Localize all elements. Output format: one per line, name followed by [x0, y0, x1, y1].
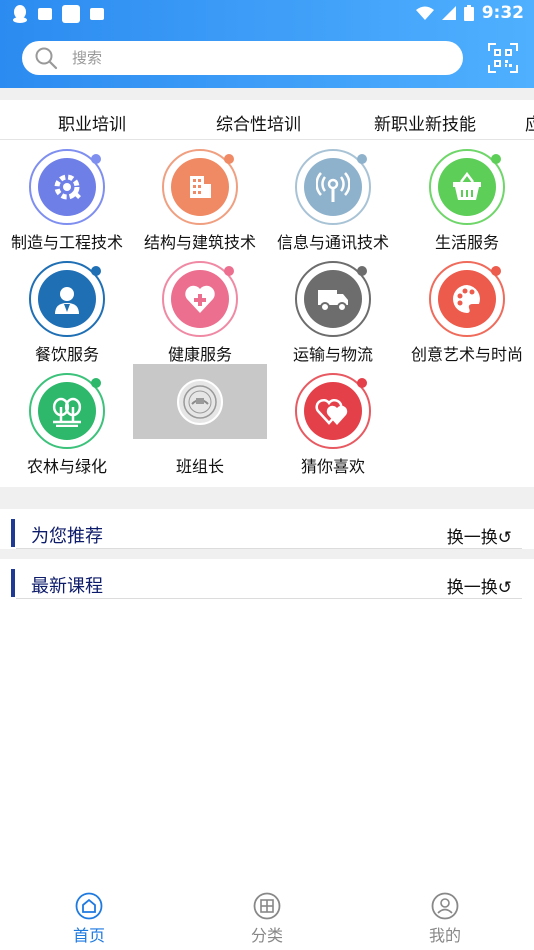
home-icon [75, 892, 103, 920]
emblem-icon [133, 364, 267, 439]
gear-wrench-icon [38, 158, 96, 216]
category-tabs: 职业培训 综合性培训 新职业新技能 应 [0, 100, 534, 140]
category-transport[interactable]: 运输与物流 [266, 252, 400, 364]
building-icon [171, 158, 229, 216]
tab-new-skills[interactable]: 新职业新技能 [374, 110, 476, 135]
section-accent-bar [11, 569, 15, 597]
profile-icon [431, 892, 459, 920]
bottom-nav: 首页 分类 我的 [0, 880, 534, 950]
status-right: 9:32 [415, 3, 524, 23]
category-grid: 制造与工程技术 结构与建筑技术 信息与通讯技术 生活服务 餐饮服务 健康服务 运… [0, 140, 534, 487]
antenna-icon [304, 158, 362, 216]
qr-scan-icon[interactable] [488, 43, 518, 73]
search-bar[interactable] [22, 41, 463, 75]
nav-home[interactable]: 首页 [0, 880, 178, 950]
category-label: 创意艺术与时尚 [410, 345, 523, 364]
battery-icon [463, 5, 474, 21]
divider [0, 549, 534, 559]
category-label: 信息与通讯技术 [276, 233, 389, 252]
trees-icon [38, 382, 96, 440]
category-team-leader[interactable]: 班组长 [133, 364, 267, 476]
section-accent-bar [11, 519, 15, 547]
category-label: 生活服务 [434, 233, 499, 252]
basket-icon [438, 158, 496, 216]
divider [0, 487, 534, 509]
app-header: 9:32 [0, 0, 534, 88]
category-label: 班组长 [175, 457, 224, 476]
refresh-button[interactable]: 换一换↺ [447, 573, 512, 598]
section-title: 为您推荐 [31, 526, 103, 547]
category-forestry[interactable]: 农林与绿化 [0, 364, 134, 476]
section-recommended: 为您推荐 换一换↺ [0, 509, 534, 549]
chef-icon [38, 270, 96, 328]
search-icon [35, 47, 58, 70]
category-life-services[interactable]: 生活服务 [400, 140, 534, 252]
category-construction[interactable]: 结构与建筑技术 [133, 140, 267, 252]
status-bar: 9:32 [0, 0, 534, 30]
a-icon [90, 8, 104, 20]
nav-category[interactable]: 分类 [178, 880, 356, 950]
category-manufacturing[interactable]: 制造与工程技术 [0, 140, 134, 252]
hearts-icon [304, 382, 362, 440]
qq-icon [13, 5, 27, 23]
refresh-button[interactable]: 换一换↺ [447, 523, 512, 548]
app-icon [62, 5, 80, 23]
section-title: 最新课程 [31, 576, 103, 597]
category-icon [253, 892, 281, 920]
category-label: 猜你喜欢 [300, 457, 365, 476]
category-label: 结构与建筑技术 [143, 233, 256, 252]
truck-icon [304, 270, 362, 328]
category-creative-arts[interactable]: 创意艺术与时尚 [400, 252, 534, 364]
nav-profile[interactable]: 我的 [356, 880, 534, 950]
mail-icon [38, 8, 52, 20]
tab-vocational-training[interactable]: 职业培训 [58, 110, 126, 135]
status-time: 9:32 [481, 3, 524, 23]
nav-label: 分类 [250, 926, 283, 945]
divider [0, 88, 534, 100]
category-it-communication[interactable]: 信息与通讯技术 [266, 140, 400, 252]
section-latest-courses: 最新课程 换一换↺ [0, 559, 534, 599]
signal-icon [441, 6, 456, 20]
category-health[interactable]: 健康服务 [133, 252, 267, 364]
divider [16, 598, 522, 599]
nav-label: 我的 [428, 926, 461, 945]
category-label: 运输与物流 [292, 345, 373, 364]
wifi-icon [415, 6, 434, 20]
notification-icons [12, 5, 104, 23]
nav-label: 首页 [72, 926, 105, 945]
tab-comprehensive-training[interactable]: 综合性培训 [216, 110, 301, 135]
category-label: 健康服务 [167, 345, 232, 364]
search-input[interactable] [72, 49, 412, 67]
category-catering[interactable]: 餐饮服务 [0, 252, 134, 364]
palette-icon [438, 270, 496, 328]
heart-plus-icon [171, 270, 229, 328]
tab-partial[interactable]: 应 [525, 110, 534, 135]
category-guess-you-like[interactable]: 猜你喜欢 [266, 364, 400, 476]
